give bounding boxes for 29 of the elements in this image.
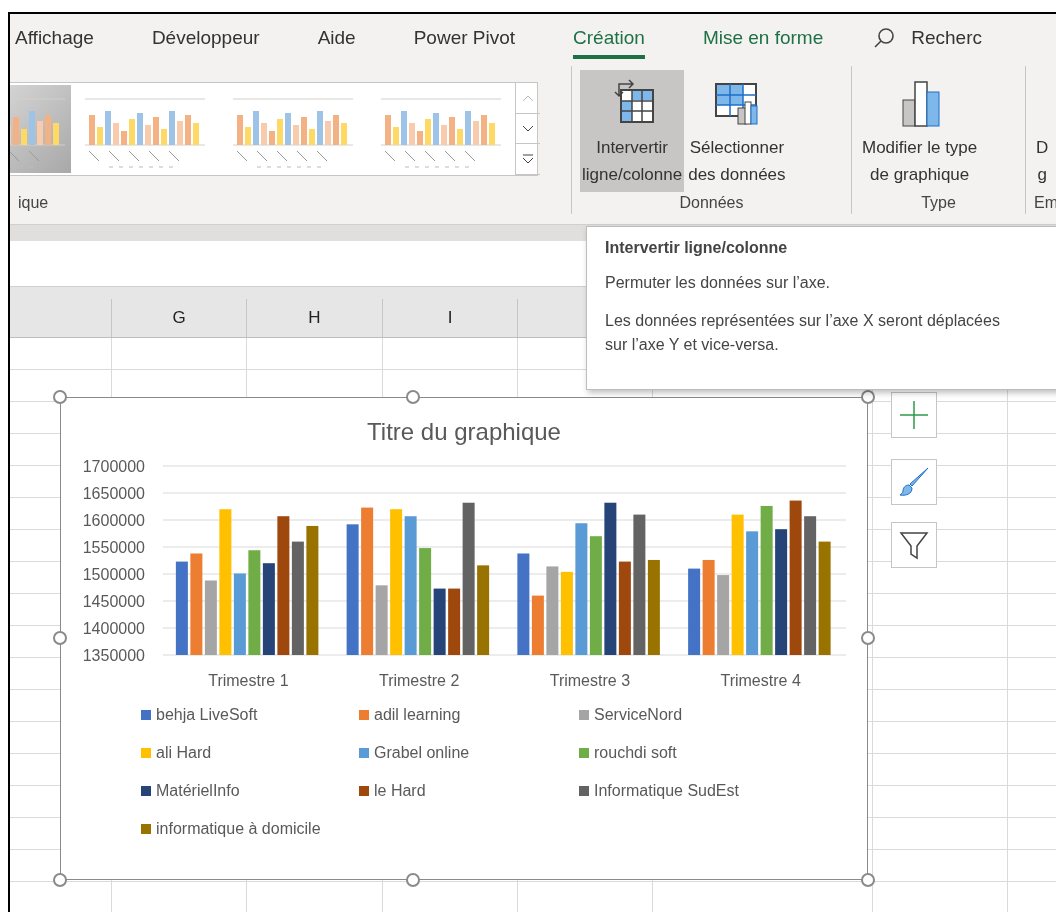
legend-label: informatique à domicile	[156, 820, 321, 838]
axis-tick-label: 1550000	[82, 539, 145, 556]
category-label: Trimestre 2	[378, 672, 460, 689]
group-label: Type	[920, 194, 957, 213]
tooltip-text: Permuter les données sur l’axe.	[605, 273, 831, 293]
legend-label: rouchdi soft	[594, 744, 677, 762]
category-label: Trimestre 3	[549, 672, 631, 689]
legend-label: le Hard	[374, 782, 426, 800]
group-label: ique	[18, 194, 50, 213]
axis-tick-label: 1450000	[82, 593, 145, 610]
legend-label: behja LiveSoft	[156, 706, 258, 724]
axis-tick-label: 1350000	[82, 647, 145, 664]
axis-tick-label: 1600000	[82, 512, 145, 529]
axis-tick-label: 1500000	[82, 566, 145, 583]
legend-label: adil learning	[374, 706, 461, 724]
category-label: Trimestre 4	[720, 672, 801, 689]
category-label: Trimestre 1	[208, 672, 289, 689]
group-label: Données	[678, 194, 745, 213]
legend-label: ali Hard	[156, 744, 212, 762]
legend-label: MatérielInfo	[156, 782, 240, 800]
tooltip-title: Intervertir ligne/colonne	[605, 239, 789, 257]
legend-label: ServiceNord	[594, 706, 683, 724]
tooltip-text: Les données représentées sur l’axe X seront déplacées sur l’axe Y et vice-versa.	[605, 311, 1001, 355]
axis-tick-label: 1650000	[82, 485, 145, 502]
chart-title: Titre du graphique	[367, 418, 561, 446]
axis-tick-label: 1700000	[82, 458, 145, 475]
legend-label: Informatique SudEst	[594, 782, 739, 800]
axis-tick-label: 1400000	[82, 620, 145, 637]
legend-label: Grabel online	[374, 744, 470, 762]
